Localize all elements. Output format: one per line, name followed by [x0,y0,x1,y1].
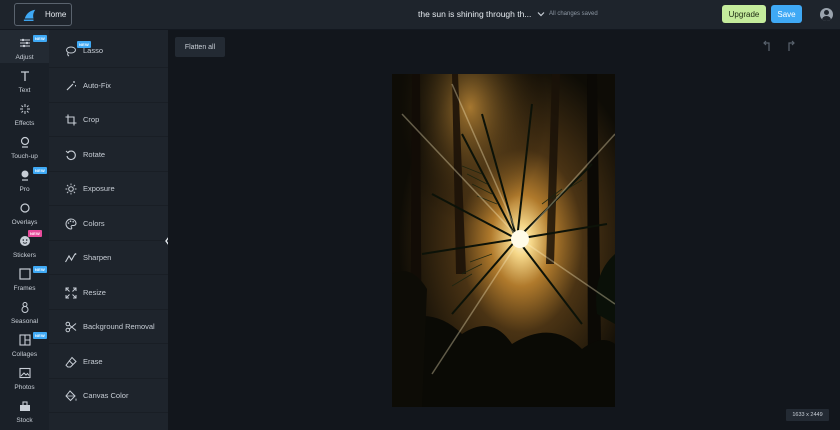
tool-label-rotate: Rotate [83,150,106,159]
save-status: All changes saved [549,11,598,17]
paint-bucket-icon [65,389,77,401]
tool-sharpen[interactable]: Sharpen [49,241,168,275]
tool-auto-fix[interactable]: Auto-Fix [49,69,168,103]
tool-label-canvas-color: Canvas Color [83,391,129,400]
rail-label-touch-up: Touch-up [11,153,38,160]
tool-label-auto-fix: Auto-Fix [83,81,111,90]
circle-icon [19,203,30,213]
tool-panel: NEW Lasso Auto-Fix Crop Rotate Exposure … [49,30,168,430]
tool-label-lasso: Lasso [83,46,104,55]
tool-label-colors: Colors [83,219,105,228]
frame-icon [18,268,31,280]
tool-background-removal[interactable]: Background Removal [49,310,168,344]
palette-icon [65,217,77,230]
sparkle-icon [19,104,30,114]
home-button[interactable]: Home [14,3,72,26]
rotate-icon [65,150,76,160]
lasso-icon [66,46,76,56]
save-button[interactable]: Save [771,5,802,23]
rail-label-photos: Photos [14,384,35,391]
rail-item-effects[interactable]: Effects [0,96,49,129]
magic-wand-icon [66,80,76,90]
rail-item-touch-up[interactable]: Touch-up [0,129,49,162]
tool-exposure[interactable]: Exposure [49,172,168,206]
tool-rotate[interactable]: Rotate [49,138,168,172]
tool-label-resize: Resize [83,288,106,297]
rail-label-frames: Frames [13,285,36,292]
rail-label-seasonal: Seasonal [10,318,39,325]
text-icon [20,71,29,81]
new-badge: NEW [33,266,47,273]
crop-icon [65,114,77,125]
tool-label-crop: Crop [83,115,100,124]
tool-lasso[interactable]: NEW Lasso [49,34,168,68]
rail-item-adjust[interactable]: Adjust NEW [0,30,49,63]
new-badge: NEW [33,167,47,174]
category-rail: Adjust NEW Text Effects Touch-up Pro NEW… [0,30,49,430]
resize-icon [65,287,77,298]
chevron-down-icon[interactable] [536,9,546,19]
rail-item-seasonal[interactable]: Seasonal [0,294,49,327]
rail-label-stickers: Stickers [12,252,37,259]
new-badge: NEW [33,35,47,42]
tool-label-erase: Erase [83,357,103,366]
rail-item-overlays[interactable]: Overlays [0,195,49,228]
scissors-icon [65,321,77,332]
sun-icon [65,183,77,194]
photo-image[interactable] [392,74,615,407]
photo-icon [18,367,31,379]
tool-label-exposure: Exposure [83,184,115,193]
tool-erase[interactable]: Erase [49,345,168,379]
crown-icon [21,170,28,181]
rail-label-collages: Collages [11,351,38,358]
stock-icon [19,401,30,411]
tool-crop[interactable]: Crop [49,103,168,137]
sliders-icon [19,38,30,48]
tool-colors[interactable]: Colors [49,207,168,241]
tool-resize[interactable]: Resize [49,276,168,310]
sharpen-icon [65,252,77,262]
rail-label-text: Text [18,87,31,94]
face-icon [20,136,29,148]
rail-item-text[interactable]: Text [0,63,49,96]
rail-label-effects: Effects [14,120,35,127]
redo-icon[interactable] [785,40,798,53]
eraser-icon [65,356,77,367]
new-badge: NEW [33,332,47,339]
rail-item-frames[interactable]: Frames NEW [0,261,49,294]
document-title[interactable]: the sun is shining through th... [418,9,531,19]
rail-item-pro[interactable]: Pro NEW [0,162,49,195]
avatar[interactable] [820,8,833,21]
tool-label-background-removal: Background Removal [83,322,155,331]
rail-item-photos[interactable]: Photos [0,360,49,393]
rail-item-stickers[interactable]: Stickers NEW [0,228,49,261]
rail-item-stock[interactable]: Stock [0,393,49,426]
collage-icon [18,334,31,346]
top-bar: Home the sun is shining through th... Al… [0,0,840,30]
snowman-icon [21,302,28,313]
rail-label-overlays: Overlays [11,219,38,226]
flatten-all-button[interactable]: Flatten all [175,37,225,57]
rail-item-collages[interactable]: Collages NEW [0,327,49,360]
image-dimensions: 1633 x 2449 [786,409,829,421]
rail-label-adjust: Adjust [15,54,34,61]
home-label: Home [45,10,67,19]
rail-label-pro: Pro [19,186,30,193]
new-badge: NEW [28,230,42,237]
tool-canvas-color[interactable]: Canvas Color [49,379,168,413]
tool-label-sharpen: Sharpen [83,253,112,262]
logo-icon [23,9,36,21]
undo-icon[interactable] [760,40,773,53]
rail-label-stock: Stock [16,417,33,424]
upgrade-button[interactable]: Upgrade [722,5,766,23]
